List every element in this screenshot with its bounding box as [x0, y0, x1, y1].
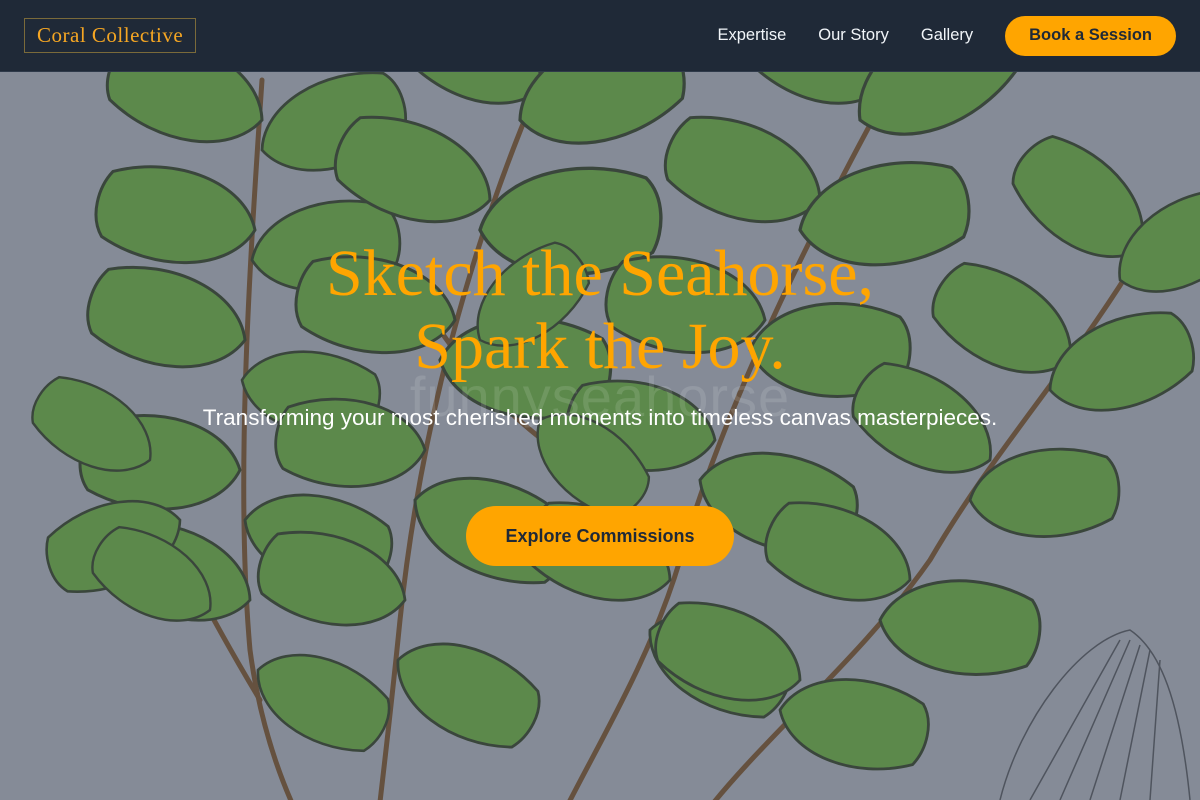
hero-title: Sketch the Seahorse, Spark the Joy.: [150, 237, 1050, 383]
main-nav: Expertise Our Story Gallery Book a Sessi…: [685, 15, 1176, 56]
nav-link-our-story[interactable]: Our Story: [818, 26, 889, 45]
book-session-button[interactable]: Book a Session: [1005, 15, 1176, 56]
site-header: Coral Collective Expertise Our Story Gal…: [0, 0, 1200, 72]
hero-title-line2: Spark the Joy.: [414, 310, 786, 383]
hero-subtitle: Transforming your most cherished moments…: [202, 405, 998, 430]
nav-link-expertise[interactable]: Expertise: [717, 26, 786, 45]
explore-commissions-button[interactable]: Explore Commissions: [466, 506, 734, 566]
hero-section: funnyseahorse Sketch the Seahorse, Spark…: [0, 72, 1200, 800]
hero-title-line1: Sketch the Seahorse,: [325, 237, 874, 310]
nav-link-gallery[interactable]: Gallery: [921, 26, 973, 45]
brand-logo[interactable]: Coral Collective: [24, 18, 197, 53]
hero-overlay: [0, 72, 1200, 800]
